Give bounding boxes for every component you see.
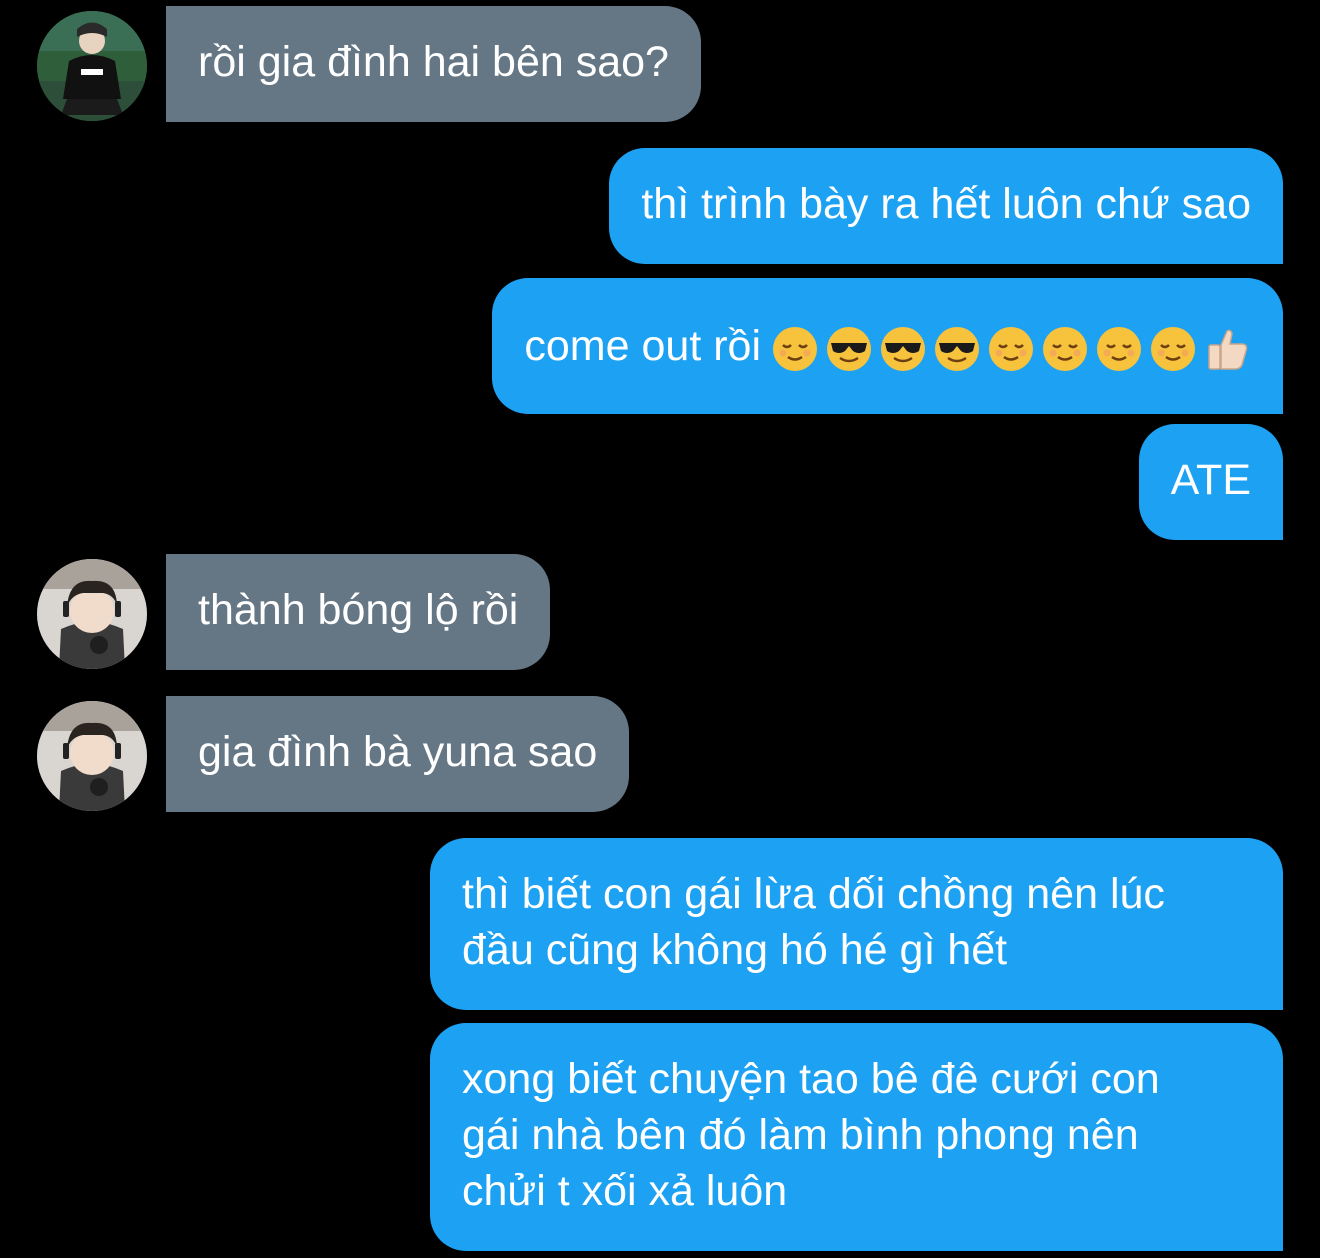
sunglasses-face-icon bbox=[825, 325, 873, 373]
message-bubble-outgoing[interactable]: come out rồi bbox=[492, 278, 1283, 414]
relieved-face-icon bbox=[987, 325, 1035, 373]
message-text: come out rồi bbox=[524, 322, 761, 370]
message-text: thành bóng lộ rồi bbox=[198, 586, 519, 634]
message-bubble-incoming[interactable]: rồi gia đình hai bên sao? bbox=[166, 6, 701, 122]
message-text: gia đình bà yuna sao bbox=[198, 728, 598, 776]
message-bubble-outgoing[interactable]: thì trình bày ra hết luôn chứ sao bbox=[609, 148, 1283, 264]
avatar-user-a[interactable] bbox=[37, 11, 147, 121]
avatar-user-b[interactable] bbox=[37, 701, 147, 811]
message-text-line: chửi t xối xả luôn bbox=[462, 1167, 788, 1215]
message-bubble-outgoing[interactable]: thì biết con gái lừa dối chồng nên lúc đ… bbox=[430, 838, 1283, 1010]
user-photo-icon bbox=[37, 11, 147, 121]
message-text-line: đầu cũng không hó hé gì hết bbox=[462, 926, 1008, 974]
emoji-row bbox=[771, 325, 1251, 373]
message-bubble-incoming[interactable]: gia đình bà yuna sao bbox=[166, 696, 630, 812]
message-text: rồi gia đình hai bên sao? bbox=[198, 38, 669, 86]
user-photo-icon bbox=[37, 701, 147, 811]
message-text-line: thì biết con gái lừa dối chồng nên lúc bbox=[462, 870, 1165, 918]
message-text-line: gái nhà bên đó làm bình phong nên bbox=[462, 1111, 1139, 1159]
relieved-face-icon bbox=[771, 325, 819, 373]
message-bubble-outgoing[interactable]: ATE bbox=[1138, 424, 1283, 540]
message-text: thì trình bày ra hết luôn chứ sao bbox=[641, 180, 1251, 228]
thumbs-up-icon bbox=[1203, 325, 1251, 373]
relieved-face-icon bbox=[1041, 325, 1089, 373]
message-bubble-incoming[interactable]: thành bóng lộ rồi bbox=[166, 554, 551, 670]
relieved-face-icon bbox=[1149, 325, 1197, 373]
user-photo-icon bbox=[37, 559, 147, 669]
message-bubble-outgoing[interactable]: xong biết chuyện tao bê đê cưới con gái … bbox=[430, 1023, 1283, 1251]
sunglasses-face-icon bbox=[933, 325, 981, 373]
relieved-face-icon bbox=[1095, 325, 1143, 373]
message-text-line: xong biết chuyện tao bê đê cưới con bbox=[462, 1055, 1160, 1103]
message-text: ATE bbox=[1170, 456, 1251, 504]
avatar-user-b[interactable] bbox=[37, 559, 147, 669]
sunglasses-face-icon bbox=[879, 325, 927, 373]
